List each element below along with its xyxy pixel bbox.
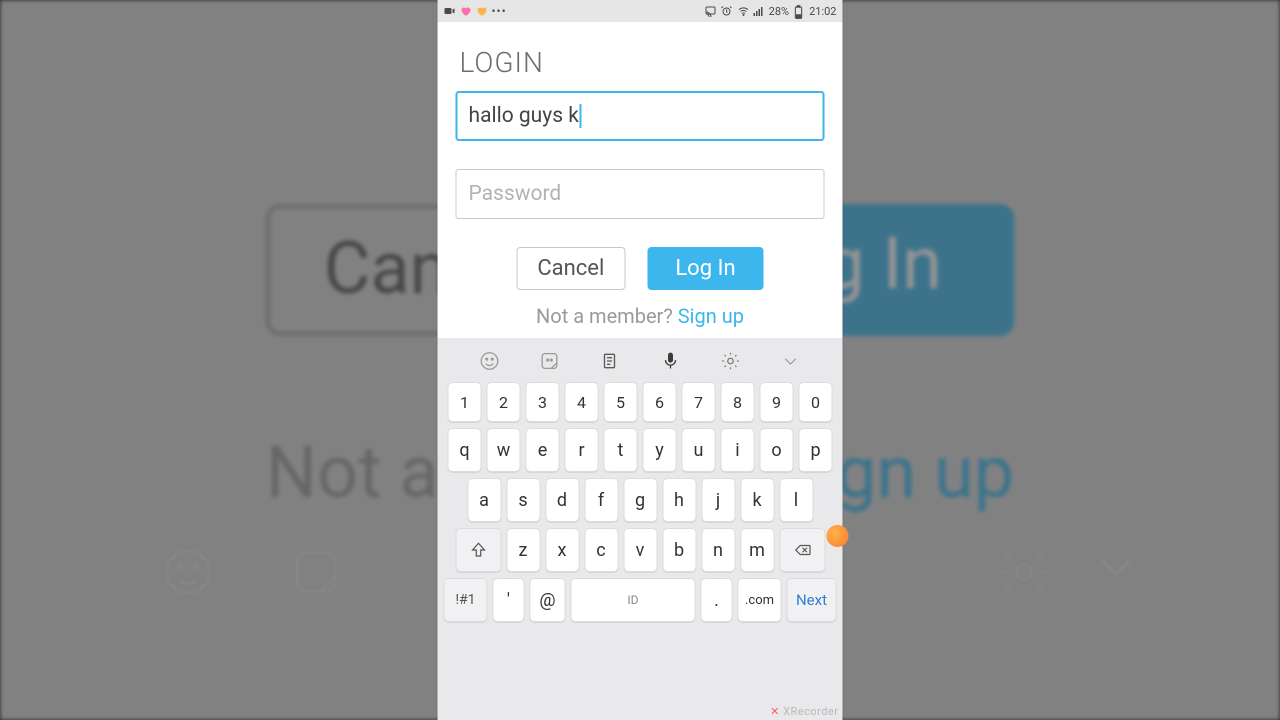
sticker-icon[interactable]: [538, 349, 562, 373]
cancel-label: Cancel: [537, 256, 604, 281]
login-button[interactable]: Log In: [647, 247, 763, 290]
not-member-text: Not a member?: [536, 304, 678, 328]
username-field[interactable]: hallo guys k: [456, 91, 825, 141]
symbols-key[interactable]: !#1: [444, 578, 488, 622]
key-z[interactable]: z: [506, 528, 540, 572]
keyboard-rows: 1234567890 qwertyuiop asdfghjkl zxcvbnm …: [442, 380, 839, 716]
more-icon: •••: [492, 4, 507, 18]
signup-link[interactable]: Sign up: [678, 304, 744, 328]
key-n[interactable]: n: [701, 528, 735, 572]
symbols-label: !#1: [455, 592, 475, 608]
battery-icon: [793, 5, 805, 17]
key-a[interactable]: a: [467, 478, 501, 522]
key-6[interactable]: 6: [643, 382, 677, 422]
gear-icon[interactable]: [718, 349, 742, 373]
text-cursor: [580, 104, 582, 128]
key-e[interactable]: e: [526, 428, 560, 472]
key-o[interactable]: o: [760, 428, 794, 472]
recording-indicator-icon: [827, 525, 849, 547]
key-2[interactable]: 2: [487, 382, 521, 422]
next-key[interactable]: Next: [787, 578, 837, 622]
key-f[interactable]: f: [584, 478, 618, 522]
key-d[interactable]: d: [545, 478, 579, 522]
chevron-down-icon[interactable]: [778, 349, 802, 373]
key-p[interactable]: p: [799, 428, 833, 472]
signal-icon: [753, 5, 765, 17]
key-1[interactable]: 1: [448, 382, 482, 422]
login-title: LOGIN: [460, 46, 825, 79]
dotcom-label: .com: [745, 593, 774, 608]
key-v[interactable]: v: [623, 528, 657, 572]
emoji-icon[interactable]: [478, 349, 502, 373]
apostrophe-key[interactable]: ': [493, 578, 525, 622]
key-h[interactable]: h: [662, 478, 696, 522]
password-field[interactable]: Password: [456, 169, 825, 219]
bg-chevron-down-icon: [1092, 542, 1140, 590]
cancel-button[interactable]: Cancel: [516, 247, 625, 290]
space-label: ID: [627, 593, 638, 607]
key-y[interactable]: y: [643, 428, 677, 472]
soft-keyboard: 1234567890 qwertyuiop asdfghjkl zxcvbnm …: [438, 338, 843, 720]
phone-frame: ••• 28% 21:02 LOGIN hallo guys k: [438, 0, 843, 720]
key-0[interactable]: 0: [799, 382, 833, 422]
key-i[interactable]: i: [721, 428, 755, 472]
not-member-row: Not a member? Sign up: [456, 304, 825, 328]
key-r[interactable]: r: [565, 428, 599, 472]
dot-key[interactable]: .: [701, 578, 733, 622]
app-icon-2: [476, 5, 488, 17]
key-t[interactable]: t: [604, 428, 638, 472]
key-m[interactable]: m: [740, 528, 774, 572]
battery-pct: 28%: [769, 5, 789, 18]
alarm-icon: [721, 5, 733, 17]
status-bar: ••• 28% 21:02: [438, 0, 843, 22]
key-w[interactable]: w: [487, 428, 521, 472]
key-x[interactable]: x: [545, 528, 579, 572]
at-label: @: [539, 590, 555, 611]
shift-key[interactable]: [455, 528, 501, 572]
signup-label: Sign up: [678, 304, 744, 328]
password-placeholder: Password: [469, 182, 562, 206]
next-label: Next: [796, 591, 827, 609]
cast-icon: [705, 5, 717, 17]
bg-emoji-icon: [160, 544, 216, 600]
bg-gear-icon: [996, 544, 1052, 600]
key-l[interactable]: l: [779, 478, 813, 522]
key-q[interactable]: q: [448, 428, 482, 472]
login-panel: LOGIN hallo guys k Password Cancel Log I…: [438, 22, 843, 338]
key-j[interactable]: j: [701, 478, 735, 522]
mic-icon[interactable]: [658, 349, 682, 373]
key-3[interactable]: 3: [526, 382, 560, 422]
camera-icon: [444, 5, 456, 17]
clipboard-icon[interactable]: [598, 349, 622, 373]
key-8[interactable]: 8: [721, 382, 755, 422]
recorder-watermark: ✕ XRecorder: [770, 705, 838, 718]
at-key[interactable]: @: [530, 578, 566, 622]
bg-sticker-icon: [288, 544, 344, 600]
key-u[interactable]: u: [682, 428, 716, 472]
dot-label: .: [714, 590, 719, 611]
login-label: Log In: [675, 256, 735, 281]
key-9[interactable]: 9: [760, 382, 794, 422]
backspace-key[interactable]: [779, 528, 825, 572]
space-key[interactable]: ID: [571, 578, 696, 622]
keyboard-toolbar: [442, 342, 839, 380]
apostrophe-label: ': [507, 590, 510, 611]
clock-text: 21:02: [809, 5, 836, 18]
app-icon-1: [460, 5, 472, 17]
dotcom-key[interactable]: .com: [738, 578, 782, 622]
watermark-text: XRecorder: [783, 705, 838, 718]
key-g[interactable]: g: [623, 478, 657, 522]
key-7[interactable]: 7: [682, 382, 716, 422]
key-c[interactable]: c: [584, 528, 618, 572]
key-5[interactable]: 5: [604, 382, 638, 422]
key-4[interactable]: 4: [565, 382, 599, 422]
key-k[interactable]: k: [740, 478, 774, 522]
key-s[interactable]: s: [506, 478, 540, 522]
username-value: hallo guys k: [469, 104, 579, 128]
wifi-icon: [737, 5, 749, 17]
key-b[interactable]: b: [662, 528, 696, 572]
